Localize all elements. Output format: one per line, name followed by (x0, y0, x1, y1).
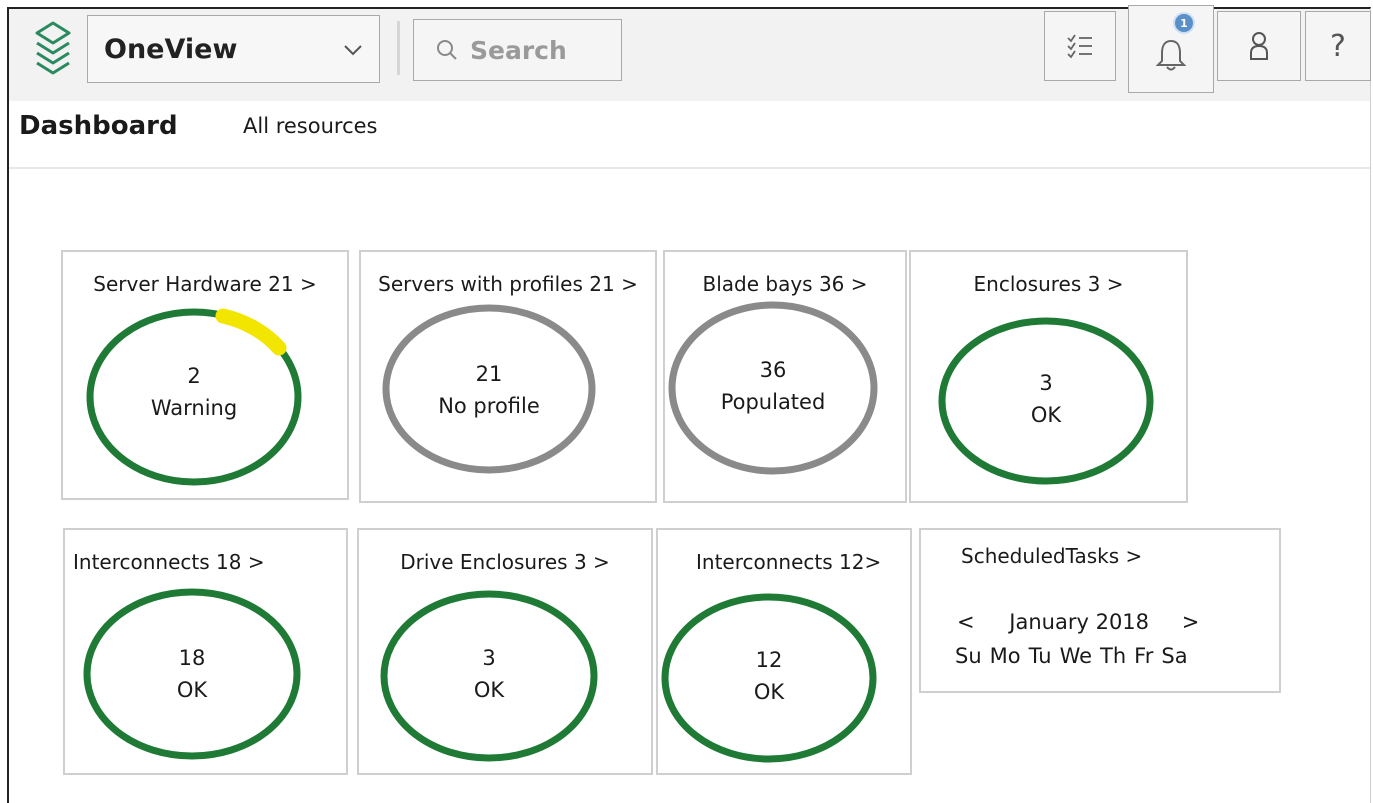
tile-count: 3 (482, 646, 496, 670)
tile-status: OK (473, 678, 505, 702)
tile-title: Drive Enclosures 3 > (400, 550, 610, 574)
tile-drive-enclosures[interactable]: Drive Enclosures 3 > 3 OK (357, 528, 653, 775)
chevron-down-icon (344, 45, 362, 56)
tile-title: Servers with profiles 21 > (378, 272, 638, 296)
weekday-label: Su (955, 644, 982, 668)
oneview-logo-icon[interactable] (31, 19, 75, 83)
tile-status: OK (1030, 403, 1062, 427)
calendar-weekdays: Su Mo Tu We Th Fr Sa (955, 644, 1188, 668)
app-selector[interactable]: OneView (87, 15, 380, 83)
tile-status: OK (176, 678, 208, 702)
oneview-window: OneView Search 1 ? Dashboard All resourc… (7, 5, 1371, 803)
weekday-label: Sa (1161, 644, 1188, 668)
tile-servers-with-profiles[interactable]: Servers with profiles 21 > 21 No profile (359, 250, 657, 503)
tile-server-hardware[interactable]: Server Hardware 21 > 2 Warning (61, 250, 349, 500)
search-box[interactable]: Search (413, 19, 622, 81)
ring-label: 21 No profile (381, 358, 597, 422)
help-button[interactable]: ? (1305, 11, 1371, 81)
help-icon: ? (1330, 28, 1346, 64)
search-icon (437, 40, 457, 60)
page-title: Dashboard (19, 111, 178, 141)
calendar-nav: < January 2018 > (957, 610, 1199, 634)
checklist-icon (1067, 34, 1092, 59)
divider (397, 21, 400, 75)
calendar-month: January 2018 (1009, 610, 1150, 634)
ring-label: 12 OK (660, 644, 878, 708)
calendar-next-button[interactable]: > (1182, 610, 1200, 634)
tile-title: Server Hardware 21 > (93, 272, 317, 296)
tile-count: 36 (759, 358, 787, 382)
ring-label: 18 OK (81, 642, 303, 706)
tile-count: 2 (187, 364, 201, 388)
notification-badge: 1 (1173, 12, 1195, 34)
ring-label: 3 OK (936, 367, 1156, 431)
calendar-prev-button[interactable]: < (957, 610, 975, 634)
tile-status: OK (753, 680, 785, 704)
bell-icon (1155, 39, 1187, 71)
tile-interconnects-12[interactable]: Interconnects 12> 12 OK (656, 528, 912, 775)
notifications-button[interactable]: 1 (1128, 5, 1214, 93)
weekday-label: Mo (989, 644, 1021, 668)
sub-navigation: Dashboard All resources (9, 101, 1370, 169)
weekday-label: Fr (1134, 644, 1154, 668)
weekday-label: We (1059, 644, 1093, 668)
user-icon (1250, 32, 1268, 60)
tile-blade-bays[interactable]: Blade bays 36 > 36 Populated (663, 250, 907, 503)
tile-status: Populated (720, 390, 826, 414)
activity-button[interactable] (1044, 11, 1116, 81)
tile-title: Enclosures 3 > (973, 272, 1124, 296)
top-bar: OneView Search 1 ? (9, 5, 1371, 101)
user-button[interactable] (1217, 11, 1301, 81)
tile-count: 18 (178, 646, 206, 670)
app-name: OneView (104, 33, 238, 65)
tile-enclosures[interactable]: Enclosures 3 > 3 OK (909, 250, 1188, 503)
tile-count: 3 (1039, 371, 1053, 395)
tile-status: No profile (438, 394, 540, 418)
tile-count: 21 (475, 362, 503, 386)
search-placeholder: Search (470, 35, 567, 65)
weekday-label: Tu (1028, 644, 1052, 668)
tile-title: Interconnects 18 > (73, 550, 265, 574)
ring-label: 36 Populated (667, 354, 879, 418)
tile-scheduled-tasks[interactable]: ScheduledTasks > < January 2018 > Su Mo … (919, 528, 1281, 693)
tile-interconnects-18[interactable]: Interconnects 18 > 18 OK (63, 528, 348, 775)
ring-label: 3 OK (379, 642, 599, 706)
tile-title: Interconnects 12> (696, 550, 882, 574)
tile-count: 12 (755, 648, 783, 672)
all-resources-link[interactable]: All resources (243, 114, 377, 138)
weekday-label: Th (1100, 644, 1127, 668)
ring-label: 2 Warning (85, 360, 303, 424)
tile-title: Blade bays 36 > (702, 272, 868, 296)
tile-status: Warning (150, 396, 238, 420)
tile-title: ScheduledTasks > (961, 544, 1143, 568)
